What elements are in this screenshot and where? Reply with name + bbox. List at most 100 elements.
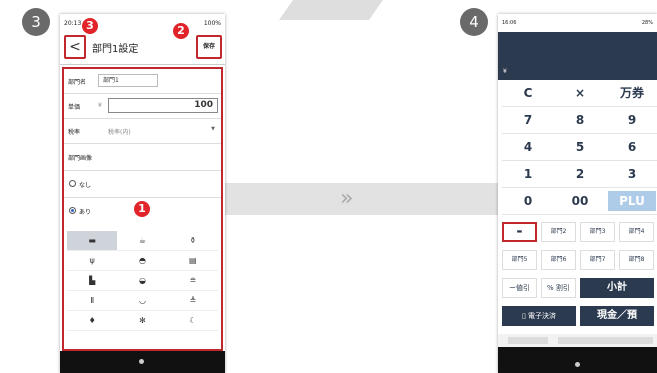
bento-icon[interactable]: ▤ — [167, 251, 218, 271]
tax-row: 税率 税率(内) ▼ — [64, 119, 221, 144]
decorative-arrow-band — [278, 0, 412, 20]
android-nav-bar — [60, 351, 225, 373]
key-multiply[interactable]: × — [554, 80, 606, 106]
epay-button[interactable]: ▯ 電子決済 — [502, 306, 576, 326]
cup-icon: ▬ — [516, 228, 523, 235]
key-9[interactable]: 9 — [606, 107, 657, 133]
register-screen: 16:06 28% ¥ C × 万券 7 8 9 4 5 6 1 2 3 0 0… — [498, 14, 657, 373]
radio-with-label: あり — [79, 209, 92, 216]
keypad-row: 7 8 9 — [502, 107, 657, 134]
beer-icon[interactable]: Ⅱ — [67, 291, 118, 311]
key-10000-bill[interactable]: 万券 — [606, 80, 657, 106]
name-label: 部門名 — [68, 79, 87, 86]
department-2-button[interactable]: 部門2 — [541, 222, 576, 242]
cash-button[interactable]: 現金／預 — [580, 306, 654, 326]
department-1-button[interactable]: ▬ — [502, 222, 537, 242]
department-8-button[interactable]: 部門8 — [619, 250, 654, 270]
key-4[interactable]: 4 — [502, 134, 554, 160]
price-input[interactable]: 100 — [108, 98, 218, 113]
tax-select[interactable]: 税率(内) — [108, 127, 131, 136]
price-row: 単価 ¥ 100 — [64, 94, 221, 119]
status-time: 20:13 — [64, 19, 82, 27]
currency-symbol: ¥ — [98, 102, 102, 109]
burger-icon[interactable]: ≘ — [167, 271, 218, 291]
image-label: 部門画像 — [68, 155, 93, 162]
icecream-icon[interactable]: ♦ — [67, 311, 118, 331]
key-1[interactable]: 1 — [502, 161, 554, 187]
key-00[interactable]: 00 — [554, 188, 606, 214]
marker-2: 2 — [173, 23, 189, 39]
key-5[interactable]: 5 — [554, 134, 606, 160]
rice-bowl-icon[interactable]: ◡ — [117, 291, 168, 311]
home-indicator-icon[interactable] — [139, 359, 144, 364]
department-row-2: 部門5 部門6 部門7 部門8 — [502, 250, 657, 270]
key-6[interactable]: 6 — [606, 134, 657, 160]
key-plu[interactable]: PLU — [608, 191, 656, 211]
key-7[interactable]: 7 — [502, 107, 554, 133]
image-row: 部門画像 — [64, 144, 221, 171]
save-button[interactable]: 保存 — [196, 35, 222, 59]
percent-discount-button[interactable]: % 割引 — [541, 278, 576, 298]
key-8[interactable]: 8 — [554, 107, 606, 133]
decorative-arrow-band — [225, 183, 498, 215]
home-indicator-icon[interactable] — [575, 362, 580, 367]
drink-icon[interactable]: ⚱ — [167, 231, 218, 251]
name-input[interactable]: 部門1 — [98, 74, 158, 87]
keypad: C × 万券 7 8 9 4 5 6 1 2 3 0 00 PLU — [502, 80, 657, 215]
key-clear[interactable]: C — [502, 80, 554, 106]
keypad-row: C × 万券 — [502, 80, 657, 107]
teapot-icon[interactable]: ☕ — [117, 231, 168, 251]
keyboard-tray — [498, 334, 657, 347]
marker-3: 3 — [82, 18, 98, 34]
payment-row: ▯ 電子決済 現金／預 — [502, 306, 657, 326]
step-badge-4: 4 — [460, 8, 488, 36]
page-title: 部門1設定 — [92, 44, 139, 55]
keypad-row: 4 5 6 — [502, 134, 657, 161]
status-battery: 100% — [203, 19, 221, 27]
cutlery-icon[interactable]: ψ — [67, 251, 118, 271]
sparkle-icon[interactable]: ✻ — [117, 311, 168, 331]
chevron-right-icon: » — [340, 186, 354, 211]
name-row: 部門名 部門1 — [64, 69, 221, 94]
tax-label: 税率 — [68, 129, 81, 136]
cake-icon[interactable]: ▙ — [67, 271, 118, 291]
header: < 部門1設定 保存 — [60, 32, 225, 65]
keypad-row: 0 00 PLU — [502, 188, 657, 215]
cup-icon[interactable]: ▬ — [67, 231, 118, 251]
key-2[interactable]: 2 — [554, 161, 606, 187]
key-3[interactable]: 3 — [606, 161, 657, 187]
subtotal-button[interactable]: 小計 — [580, 278, 654, 298]
radio-none-label: なし — [79, 182, 92, 189]
radio-circle-icon — [69, 180, 76, 187]
image-icon-grid: ▬ ☕ ⚱ ψ ◓ ▤ ▙ ◒ ≘ Ⅱ ◡ ≜ ♦ ✻ ☾ — [67, 231, 218, 331]
dish-icon[interactable]: ◓ — [117, 251, 168, 271]
box-icon[interactable]: ≜ — [167, 291, 218, 311]
status-bar: 16:06 28% — [498, 14, 657, 32]
keyboard-icon[interactable] — [508, 337, 548, 344]
radio-none[interactable]: なし — [64, 171, 221, 198]
keypad-row: 1 2 3 — [502, 161, 657, 188]
department-4-button[interactable]: 部門4 — [619, 222, 654, 242]
department-row-1: ▬ 部門2 部門3 部門4 — [502, 222, 657, 242]
department-5-button[interactable]: 部門5 — [502, 250, 537, 270]
radio-checked-icon — [69, 207, 76, 214]
status-battery: 28% — [641, 20, 653, 26]
key-0[interactable]: 0 — [502, 188, 554, 214]
discount-button[interactable]: ー値引 — [502, 278, 537, 298]
bowl-icon[interactable]: ◒ — [117, 271, 168, 291]
department-3-button[interactable]: 部門3 — [580, 222, 615, 242]
crescent-icon[interactable]: ☾ — [167, 311, 218, 331]
discount-row: ー値引 % 割引 小計 — [502, 278, 657, 298]
status-time: 16:06 — [502, 20, 517, 26]
marker-1: 1 — [134, 201, 150, 217]
department-6-button[interactable]: 部門6 — [541, 250, 576, 270]
amount-display: ¥ — [498, 32, 657, 80]
department-7-button[interactable]: 部門7 — [580, 250, 615, 270]
back-button[interactable]: < — [64, 35, 86, 59]
menu-icon[interactable] — [558, 337, 653, 344]
step-badge-3: 3 — [22, 8, 50, 36]
price-label: 単価 — [68, 104, 81, 111]
department-settings-screen: 20:13 100% < 部門1設定 保存 部門名 部門1 単価 ¥ 100 税… — [60, 14, 225, 373]
currency-symbol: ¥ — [503, 68, 507, 75]
epay-label: 電子決済 — [528, 312, 557, 320]
